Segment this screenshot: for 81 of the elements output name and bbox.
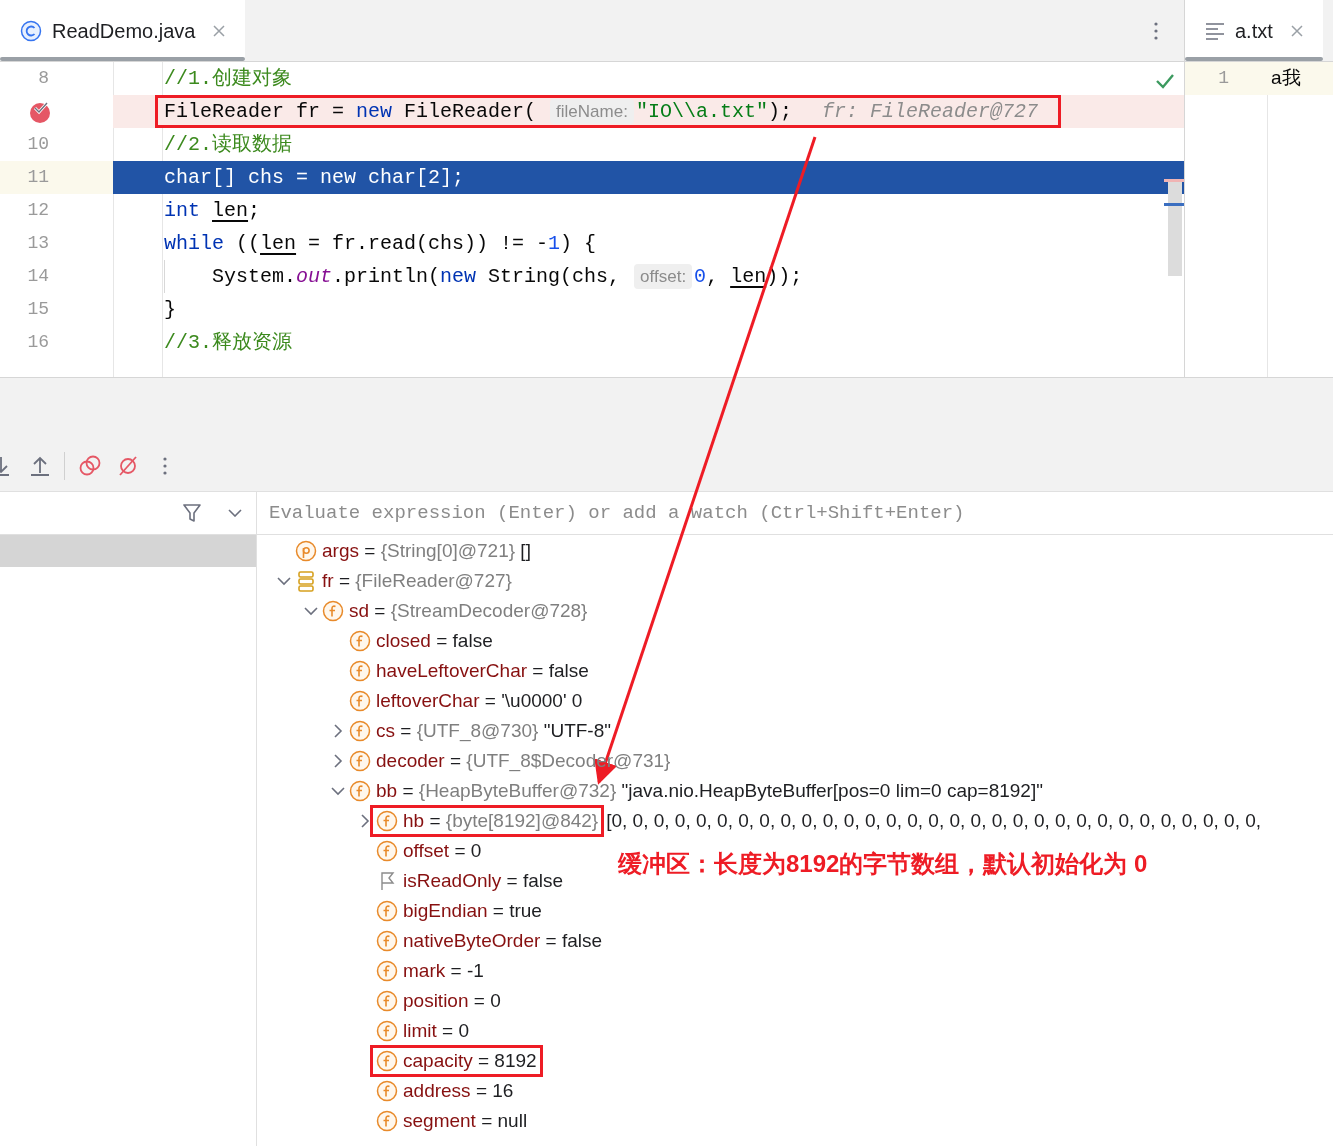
code-text: //3.释放资源 [164,329,292,356]
evaluate-expression-field[interactable]: Evaluate expression (Enter) or add a watch (Ctrl+Shift+Enter) [269,498,1321,528]
variable-text: sd = {StreamDecoder@728} [349,598,588,623]
code-text: } [164,296,176,323]
field-icon [376,960,398,982]
code-text: 0, len)); [694,263,803,290]
text-file-icon [1205,20,1225,41]
code-text: //1.创建对象 [164,65,292,92]
variable-text: bb = {HeapByteBuffer@732} "java.nio.HeapByteBuffer[pos=0 lim=0 cap=8192]" [376,778,1043,803]
code-text: FileReader fr = new FileReader( [164,98,538,125]
editor-tab[interactable]: ReadDemo.java [0,0,246,61]
variable-text: closed = false [376,628,493,653]
chevron-down-icon[interactable] [228,509,242,517]
more-icon[interactable] [163,456,167,475]
editor-tab[interactable]: a.txt [1185,0,1323,61]
line-number: 16 [27,331,49,354]
variable-text: leftoverChar = '\u0000' 0 [376,688,583,713]
code-text: while ((len = fr.read(chs)) != -1) { [164,230,597,257]
field-icon [376,990,398,1012]
field-icon [376,1050,398,1072]
object-icon [295,570,317,592]
code-text: a我 [1271,66,1301,91]
filter-icon[interactable] [182,503,202,523]
field-icon [322,600,344,622]
field-icon [376,900,398,922]
variable-text: limit = 0 [403,1018,469,1043]
line-number: 12 [27,199,49,222]
check-icon [1155,72,1175,90]
field-icon [349,630,371,652]
line-number: 1 [1217,67,1229,90]
field-icon [349,660,371,682]
field-icon [376,810,398,832]
line-number: 14 [27,265,49,288]
annotation-text: 缓冲区：长度为8192的字节数组，默认初始化为 0 [618,849,1148,879]
upload-icon[interactable] [30,454,50,477]
more-icon[interactable] [1154,21,1158,40]
scrollbar[interactable] [1168,180,1182,276]
field-icon [376,840,398,862]
close-icon [213,24,226,37]
code-text: //2.读取数据 [164,131,292,158]
field-icon [376,930,398,952]
field-icon [376,1110,398,1132]
field-icon [349,690,371,712]
variable-text: bigEndian = true [403,898,542,923]
mute-breakpoints-icon[interactable] [117,454,139,477]
variable-text: segment = null [403,1108,528,1133]
variable-text: haveLeftoverChar = false [376,658,589,683]
variable-text: mark = -1 [403,958,484,983]
download-icon[interactable] [0,454,10,477]
variable-text: isReadOnly = false [403,868,563,893]
field-icon [376,1080,398,1102]
field-icon [349,780,371,802]
variable-text: fr = {FileReader@727} [322,568,512,593]
variable-text: capacity = 8192 [403,1048,537,1073]
variable-text: address = 16 [403,1078,514,1103]
variable-text: cs = {UTF_8@730} "UTF-8" [376,718,611,744]
parameter-hint: offset: [634,263,693,290]
line-number: 11 [27,166,49,189]
line-number: 8 [38,67,49,90]
variable-text: args = {String[0]@721} [] [322,538,531,563]
variable-text: position = 0 [403,988,501,1013]
field-icon [349,720,371,742]
code-text: "IO\\a.txt"); [635,98,792,125]
line-number: 10 [27,133,49,156]
class-icon [20,19,42,42]
line-number: 13 [27,232,49,255]
code-text: System.out.println(new String(chs, [212,263,622,290]
variable-text: nativeByteOrder = false [403,928,603,953]
close-icon [1290,24,1303,37]
variable-value: [0, 0, 0, 0, 0, 0, 0, 0, 0, 0, 0, 0, 0, 0, 0, 0, 0, 0, 0, 0, 0, 0, 0, 0, 0, 0, 0, 0, 0, 0, 0, [606,808,1262,833]
variable-text: hb = {byte[8192]@842} [403,808,599,833]
variable-text: offset = 0 [403,838,482,863]
breakpoints-icon[interactable] [79,454,101,477]
field-icon [349,750,371,772]
field-icon [376,1020,398,1042]
code-text: char[] chs = new char[2]; [164,164,465,191]
inline-value: fr: FileReader@727 [821,98,1038,125]
code-text: int len; [164,197,261,224]
parameter-hint: fileName: [550,98,634,125]
line-number: 15 [27,298,49,321]
parameter-icon [295,540,317,562]
